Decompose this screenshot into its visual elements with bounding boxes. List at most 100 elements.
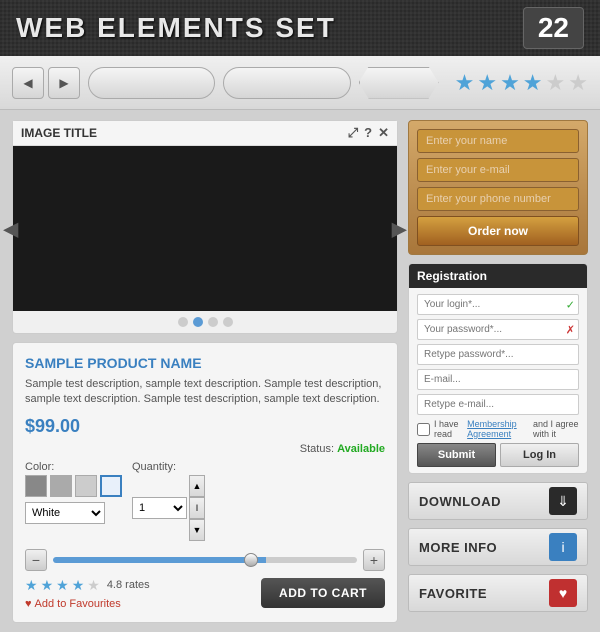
qty-up-button[interactable]: ▲	[189, 475, 205, 497]
product-footer: ★ ★ ★ ★ ★ 4.8 rates ♥ Add to Favourites …	[25, 577, 385, 610]
registration-section: Registration ✓ ✗	[408, 263, 588, 474]
quantity-label: Quantity:	[132, 461, 205, 473]
status-label: Status:	[300, 443, 334, 455]
product-options: Color: White Gray Black Quantity:	[25, 461, 385, 541]
quantity-controls: 123 ▲ I ▼	[132, 475, 205, 541]
product-name: SAMPLE PRODUCT NAME	[25, 355, 385, 371]
quantity-select[interactable]: 123	[132, 497, 187, 519]
color-option: Color: White Gray Black	[25, 461, 122, 541]
retype-password-field-row	[417, 344, 579, 365]
star-1: ★	[455, 70, 475, 96]
color-swatches	[25, 475, 122, 497]
header-title: WEB ELEMENTS SET	[16, 12, 336, 44]
order-form: Order now	[408, 120, 588, 255]
password-field-row: ✗	[417, 319, 579, 340]
star-6: ★	[568, 70, 588, 96]
qty-alt-button[interactable]: ▼	[189, 519, 205, 541]
slider-thumb[interactable]	[244, 553, 258, 567]
star-4: ★	[523, 70, 543, 96]
product-star-5: ★	[87, 577, 100, 594]
dot-1[interactable]	[193, 317, 203, 327]
reg-email-field-row	[417, 369, 579, 390]
name-field-row	[417, 129, 579, 153]
color-select[interactable]: White Gray Black	[25, 502, 105, 524]
close-icon[interactable]: ✕	[378, 125, 389, 141]
download-label: DOWNLOAD	[419, 494, 501, 509]
slider-row: − +	[25, 549, 385, 571]
reg-email-input[interactable]	[417, 369, 579, 390]
email-field-row	[417, 158, 579, 182]
registration-buttons: Submit Log In	[417, 443, 579, 467]
registration-body: ✓ ✗ I have read Membershi	[409, 288, 587, 473]
email-input[interactable]	[417, 158, 579, 182]
favorite-icon: ♥	[549, 579, 577, 607]
dot-2[interactable]	[208, 317, 218, 327]
image-title: IMAGE TITLE	[21, 126, 97, 140]
swatch-white[interactable]	[100, 475, 122, 497]
favorite-button[interactable]: FAVORITE ♥	[408, 574, 588, 612]
registration-header: Registration	[409, 264, 587, 288]
submit-button[interactable]: Submit	[417, 443, 496, 467]
slider-increase-button[interactable]: +	[363, 549, 385, 571]
retype-email-field-row	[417, 394, 579, 415]
image-viewer-header: IMAGE TITLE ⤢ ? ✕	[13, 121, 397, 146]
password-error-icon: ✗	[566, 323, 575, 336]
dot-0[interactable]	[178, 317, 188, 327]
login-valid-icon: ✓	[566, 298, 575, 311]
header-number: 22	[523, 7, 584, 49]
fullscreen-icon[interactable]: ⤢	[348, 125, 358, 141]
viewer-prev-arrow[interactable]: ◀	[0, 208, 26, 249]
product-status: Status: Available	[25, 443, 385, 455]
nav-pill-1[interactable]	[88, 67, 215, 99]
help-icon[interactable]: ?	[364, 125, 372, 141]
product-star-2: ★	[41, 577, 54, 594]
navbar: ◀ ▶ ★ ★ ★ ★ ★ ★	[0, 56, 600, 110]
status-value: Available	[337, 443, 385, 455]
membership-link[interactable]: Membership Agreement	[467, 419, 529, 439]
main-content: IMAGE TITLE ⤢ ? ✕ ◀ ▶ SAMPLE PRODUCT NAM…	[0, 110, 600, 632]
nav-pill-2[interactable]	[223, 67, 350, 99]
color-label: Color:	[25, 461, 122, 473]
retype-email-input[interactable]	[417, 394, 579, 415]
name-input[interactable]	[417, 129, 579, 153]
swatch-light[interactable]	[75, 475, 97, 497]
product-panel: SAMPLE PRODUCT NAME Sample test descript…	[12, 342, 398, 623]
phone-input[interactable]	[417, 187, 579, 211]
nav-next-button[interactable]: ▶	[48, 67, 80, 99]
qty-down-button[interactable]: I	[189, 497, 205, 519]
product-price: $99.00	[25, 416, 385, 437]
swatch-dark[interactable]	[25, 475, 47, 497]
image-viewer: IMAGE TITLE ⤢ ? ✕ ◀ ▶	[12, 120, 398, 334]
quantity-option: Quantity: 123 ▲ I ▼	[132, 461, 205, 541]
product-star-4: ★	[72, 577, 85, 594]
phone-field-row	[417, 187, 579, 211]
download-button[interactable]: DOWNLOAD ⇓	[408, 482, 588, 520]
slider-decrease-button[interactable]: −	[25, 549, 47, 571]
star-5: ★	[546, 70, 566, 96]
viewer-next-arrow[interactable]: ▶	[384, 208, 415, 249]
agree-checkbox[interactable]	[417, 423, 430, 436]
nav-arrows: ◀ ▶	[12, 67, 80, 99]
retype-password-input[interactable]	[417, 344, 579, 365]
nav-prev-button[interactable]: ◀	[12, 67, 44, 99]
login-input[interactable]	[417, 294, 579, 315]
swatch-mid[interactable]	[50, 475, 72, 497]
product-star-3: ★	[56, 577, 69, 594]
product-description: Sample test description, sample text des…	[25, 377, 385, 408]
image-viewer-body: ◀ ▶	[13, 146, 397, 311]
left-panel: IMAGE TITLE ⤢ ? ✕ ◀ ▶ SAMPLE PRODUCT NAM…	[12, 120, 398, 622]
order-now-button[interactable]: Order now	[417, 216, 579, 246]
agree-suffix: and I agree with it	[533, 419, 579, 439]
star-2: ★	[477, 70, 497, 96]
password-input[interactable]	[417, 319, 579, 340]
more-info-button[interactable]: MORE INFO i	[408, 528, 588, 566]
login-button[interactable]: Log In	[500, 443, 579, 467]
nav-arrow-pill[interactable]	[359, 67, 439, 99]
add-to-cart-button[interactable]: ADD TO CART	[261, 578, 385, 608]
add-to-favourites-link[interactable]: ♥ Add to Favourites	[25, 598, 150, 610]
header: WEB ELEMENTS SET 22	[0, 0, 600, 56]
rating-stars: ★ ★ ★ ★ ★ ★	[455, 70, 588, 96]
slider-track[interactable]	[53, 557, 357, 563]
dot-3[interactable]	[223, 317, 233, 327]
product-star-1: ★	[25, 577, 38, 594]
